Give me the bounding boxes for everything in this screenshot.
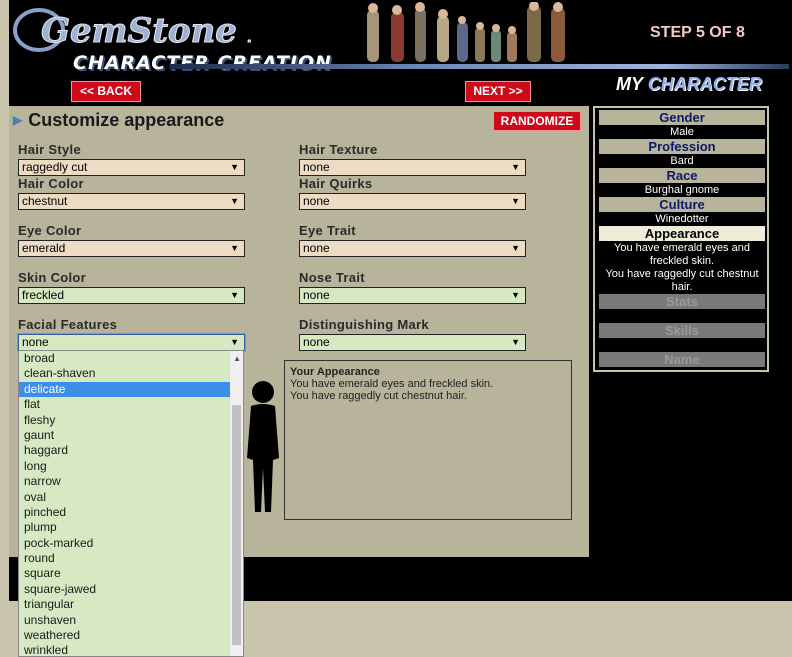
your-appearance-line-2: You have raggedly cut chestnut hair.: [290, 390, 467, 402]
dropdown-option[interactable]: unshaven: [19, 613, 243, 628]
skin-color-select[interactable]: freckled ▼: [18, 287, 245, 304]
caret-down-icon: ▼: [230, 243, 239, 253]
my-label: MY: [616, 74, 643, 94]
caret-down-icon: ▼: [230, 196, 239, 206]
gemstone-logo: GemStone IV: [13, 8, 251, 52]
eye-trait-label: Eye Trait: [299, 223, 356, 238]
sidebar-culture-heading[interactable]: Culture: [599, 197, 765, 212]
dropdown-option[interactable]: broad: [19, 351, 243, 366]
caret-down-icon: ▼: [511, 243, 520, 253]
sidebar-appearance-value-1: You have emerald eyes and freckled skin.: [614, 242, 750, 267]
sidebar-profession-value: Bard: [670, 155, 694, 167]
your-appearance-line-1: You have emerald eyes and freckled skin.: [290, 378, 494, 390]
character-label: CHARACTER: [647, 74, 762, 94]
caret-down-icon: ▼: [511, 290, 520, 300]
facial-features-value: none: [22, 335, 49, 349]
character-creation-title: CHARACTER CREATION: [73, 52, 332, 74]
dropdown-option[interactable]: square: [19, 566, 243, 581]
sidebar-race-heading[interactable]: Race: [599, 168, 765, 183]
dropdown-option[interactable]: clean-shaven: [19, 366, 243, 381]
sidebar-appearance-heading[interactable]: Appearance: [599, 226, 765, 241]
hair-color-value: chestnut: [22, 194, 68, 208]
hair-texture-select[interactable]: none ▼: [299, 159, 526, 176]
hair-color-label: Hair Color: [18, 176, 84, 191]
hair-style-value: raggedly cut: [22, 160, 88, 174]
hair-quirks-label: Hair Quirks: [299, 176, 373, 191]
caret-down-icon: ▼: [230, 290, 239, 300]
eye-color-value: emerald: [22, 241, 66, 255]
dropdown-option[interactable]: oval: [19, 490, 243, 505]
sidebar-race-value: Burghal gnome: [644, 184, 720, 196]
dropdown-option[interactable]: pinched: [19, 505, 243, 520]
dropdown-option[interactable]: fleshy: [19, 413, 243, 428]
sidebar-culture-value: Winedotter: [655, 213, 709, 225]
dropdown-option[interactable]: gaunt: [19, 428, 243, 443]
hair-texture-label: Hair Texture: [299, 142, 378, 157]
caret-down-icon: ▼: [230, 162, 239, 172]
sidebar-profession-heading[interactable]: Profession: [599, 139, 765, 154]
facial-features-select[interactable]: none ▼: [18, 334, 245, 351]
your-appearance-box: Your Appearance You have emerald eyes an…: [284, 360, 572, 520]
sidebar-appearance-value-2: You have raggedly cut chestnut hair.: [605, 268, 759, 293]
svg-text:GemStone IV: GemStone IV: [41, 11, 251, 51]
distinguishing-mark-value: none: [303, 335, 330, 349]
step-indicator: STEP 5 OF 8: [650, 24, 745, 41]
back-button[interactable]: << BACK: [71, 81, 141, 102]
eye-color-select[interactable]: emerald ▼: [18, 240, 245, 257]
dropdown-option[interactable]: long: [19, 459, 243, 474]
hair-texture-value: none: [303, 160, 330, 174]
eye-trait-select[interactable]: none ▼: [299, 240, 526, 257]
skin-color-value: freckled: [22, 288, 65, 302]
character-silhouette: [247, 381, 279, 512]
distinguishing-mark-label: Distinguishing Mark: [299, 317, 429, 332]
dropdown-option[interactable]: narrow: [19, 474, 243, 489]
facial-features-dropdown-list[interactable]: broad clean-shaven delicate flat fleshy gaunt…: [18, 350, 244, 657]
sidebar-skills-heading: Skills: [599, 323, 765, 338]
arrow-right-icon: ▶: [13, 113, 23, 127]
randomize-button[interactable]: RANDOMIZE: [493, 111, 581, 131]
my-character-heading: MY CHARACTER: [616, 74, 762, 95]
nose-trait-label: Nose Trait: [299, 270, 365, 285]
caret-down-icon: ▼: [511, 196, 520, 206]
page-title: ▶ Customize appearance: [13, 110, 224, 131]
hair-style-label: Hair Style: [18, 142, 81, 157]
hair-color-select[interactable]: chestnut ▼: [18, 193, 245, 210]
dropdown-option[interactable]: delicate: [19, 381, 243, 398]
eye-color-label: Eye Color: [18, 223, 82, 238]
eye-trait-value: none: [303, 241, 330, 255]
sidebar-gender-heading[interactable]: Gender: [599, 110, 765, 125]
my-character-sidebar: Gender Male Profession Bard Race Burghal…: [593, 106, 769, 372]
hair-quirks-value: none: [303, 194, 330, 208]
dropdown-option[interactable]: triangular: [19, 597, 243, 612]
page-title-text: Customize appearance: [28, 110, 225, 130]
characters-illustration: [367, 2, 565, 62]
scrollbar-thumb[interactable]: [232, 405, 241, 645]
your-appearance-title: Your Appearance: [290, 366, 380, 378]
dropdown-option[interactable]: flat: [19, 397, 243, 412]
dropdown-option[interactable]: weathered: [19, 628, 243, 643]
hair-style-select[interactable]: raggedly cut ▼: [18, 159, 245, 176]
dropdown-options: broad clean-shaven delicate flat fleshy gaunt…: [19, 351, 243, 656]
distinguishing-mark-select[interactable]: none ▼: [299, 334, 526, 351]
next-button[interactable]: NEXT >>: [465, 81, 531, 102]
nose-trait-select[interactable]: none ▼: [299, 287, 526, 304]
caret-down-icon: ▼: [511, 162, 520, 172]
sidebar-stats-heading: Stats: [599, 294, 765, 309]
scroll-up-icon[interactable]: ▲: [233, 354, 241, 363]
caret-down-icon: ▼: [230, 337, 239, 347]
dropdown-option[interactable]: pock-marked: [19, 536, 243, 551]
dropdown-option[interactable]: plump: [19, 520, 243, 535]
facial-features-label: Facial Features: [18, 317, 118, 332]
dropdown-option[interactable]: haggard: [19, 443, 243, 458]
dropdown-option[interactable]: round: [19, 551, 243, 566]
hair-quirks-select[interactable]: none ▼: [299, 193, 526, 210]
skin-color-label: Skin Color: [18, 270, 87, 285]
sidebar-gender-value: Male: [670, 126, 694, 138]
header: GemStone IV CHARACTER CREATION: [9, 0, 792, 106]
caret-down-icon: ▼: [511, 337, 520, 347]
sidebar-name-heading: Name: [599, 352, 765, 367]
dropdown-scrollbar[interactable]: ▲: [230, 351, 243, 656]
dropdown-option[interactable]: square-jawed: [19, 582, 243, 597]
nose-trait-value: none: [303, 288, 330, 302]
